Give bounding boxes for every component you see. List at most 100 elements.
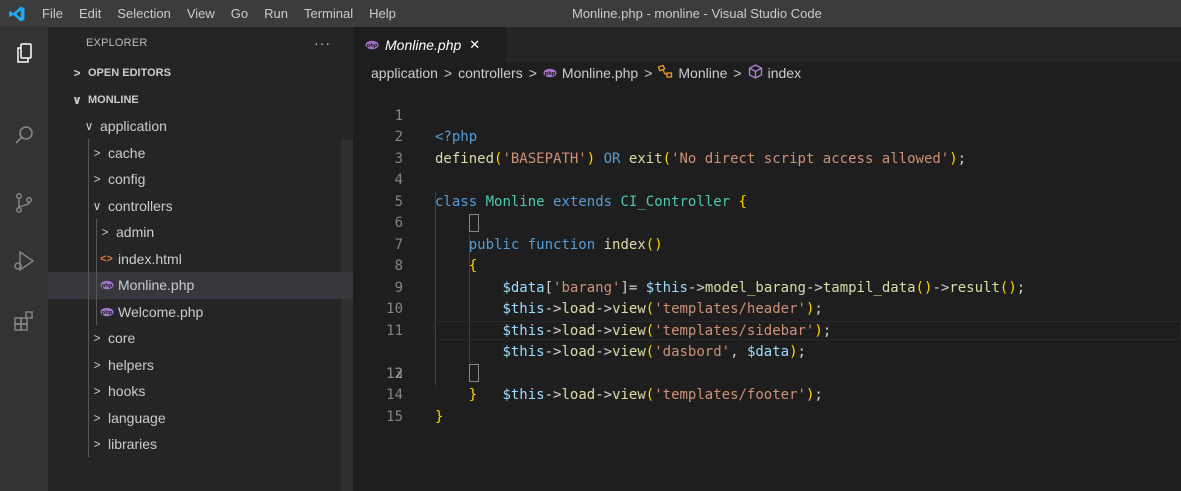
code-line-current: 12 $this->load->view('templates/footer')… — [353, 320, 1181, 403]
tree-folder-core[interactable]: > core — [48, 325, 353, 352]
close-icon[interactable]: ✕ — [469, 37, 480, 53]
search-icon[interactable] — [12, 123, 36, 147]
open-editors-label: OPEN EDITORS — [88, 66, 171, 79]
svg-text:php: php — [545, 71, 556, 77]
code-line: 7 { — [353, 213, 1181, 275]
run-debug-icon[interactable] — [12, 249, 36, 273]
chevron-down-icon: ∨ — [84, 119, 94, 134]
tree-folder-libraries[interactable]: > libraries — [48, 431, 353, 458]
sidebar-scrollbar[interactable] — [341, 140, 353, 491]
code-line: 11 $this->load->view('dasbord', $data); — [353, 299, 1181, 361]
breadcrumb-item[interactable]: controllers — [458, 65, 523, 81]
tree-label: cache — [108, 144, 146, 161]
menu-selection[interactable]: Selection — [109, 0, 178, 27]
chevron-right-icon: > — [528, 65, 537, 81]
chevron-right-icon: > — [93, 172, 101, 187]
chevron-down-icon: ∨ — [92, 198, 102, 213]
tabs-bar: php Monline.php ✕ — [353, 27, 1181, 62]
more-actions-icon[interactable]: ··· — [314, 35, 331, 51]
tree-folder-hooks[interactable]: > hooks — [48, 378, 353, 405]
chevron-right-icon: > — [101, 225, 109, 240]
editor: php Monline.php ✕ application > controll… — [353, 27, 1181, 491]
indent-guide — [88, 139, 89, 457]
tree-file-welcome-php[interactable]: php Welcome.php — [48, 299, 353, 326]
tree-label: config — [108, 171, 146, 188]
tree-label: index.html — [118, 250, 182, 267]
line-number: 15 — [386, 408, 403, 425]
indent-guide — [96, 219, 97, 325]
chevron-down-icon: ∨ — [72, 92, 82, 107]
menu-edit[interactable]: Edit — [71, 0, 109, 27]
menu-file[interactable]: File — [34, 0, 71, 27]
menu-go[interactable]: Go — [223, 0, 256, 27]
explorer-sidebar: EXPLORER ··· > OPEN EDITORS ∨ MONLINE ∨ … — [48, 27, 353, 491]
breadcrumb-item[interactable]: index — [768, 65, 801, 81]
explorer-title: EXPLORER — [86, 37, 148, 49]
open-editors-section[interactable]: > OPEN EDITORS — [48, 59, 353, 86]
menu-bar: File Edit Selection View Go Run Terminal… — [34, 0, 404, 27]
menu-view[interactable]: View — [179, 0, 223, 27]
breadcrumb-item[interactable]: Monline.php — [562, 65, 638, 81]
vscode-logo-icon[interactable] — [0, 0, 34, 27]
chevron-right-icon: > — [443, 65, 453, 81]
extensions-icon[interactable] — [12, 309, 36, 333]
code-line: 5 — [353, 170, 1181, 210]
tree-label: admin — [116, 224, 155, 241]
explorer-icon[interactable] — [12, 41, 36, 65]
menu-terminal[interactable]: Terminal — [296, 0, 361, 27]
tree-label: controllers — [108, 197, 173, 214]
code-line: 6 public function index() — [353, 192, 1181, 253]
tree-label: application — [100, 118, 167, 135]
tab-monline-php[interactable]: php Monline.php ✕ — [353, 27, 506, 62]
class-symbol-icon — [658, 63, 673, 82]
project-label: MONLINE — [88, 93, 139, 106]
svg-text:php: php — [366, 43, 378, 49]
code-line: 15 — [353, 385, 1181, 425]
tree-folder-cache[interactable]: > cache — [48, 140, 353, 167]
chevron-right-icon: > — [93, 357, 101, 372]
breadcrumb: application > controllers > php Monline.… — [353, 62, 1181, 84]
chevron-right-icon: > — [93, 331, 101, 346]
chevron-right-icon: > — [93, 145, 101, 160]
menu-help[interactable]: Help — [361, 0, 404, 27]
code-line: 3 — [353, 127, 1181, 167]
svg-text:php: php — [102, 310, 113, 316]
code-line: 13 } — [353, 342, 1181, 404]
breadcrumb-item[interactable]: Monline — [678, 65, 727, 81]
chevron-right-icon: > — [93, 384, 101, 399]
tree-folder-controllers[interactable]: ∨ controllers — [48, 193, 353, 220]
php-file-icon: php — [365, 37, 379, 53]
php-file-icon: php — [100, 277, 118, 293]
file-tree: ∨ application > cache > config ∨ control… — [48, 113, 353, 458]
tree-label: libraries — [108, 436, 158, 453]
source-control-icon[interactable] — [12, 191, 36, 215]
tree-folder-config[interactable]: > config — [48, 166, 353, 193]
code-line: 9 $this->load->view('templates/header'); — [353, 256, 1181, 318]
tree-folder-admin[interactable]: > admin — [48, 219, 353, 246]
tree-label: helpers — [108, 356, 154, 373]
tree-folder-helpers[interactable]: > helpers — [48, 352, 353, 379]
chevron-right-icon: > — [93, 410, 101, 425]
code-line: 10 $this->load->view('templates/sidebar'… — [353, 278, 1181, 339]
breadcrumb-item[interactable]: application — [371, 65, 438, 81]
tab-label: Monline.php — [385, 36, 462, 53]
chevron-right-icon: > — [73, 65, 81, 80]
window-title: Monline.php - monline - Visual Studio Co… — [572, 6, 822, 21]
code-line: 4 class Monline extends CI_Controller { — [353, 149, 1181, 210]
chevron-right-icon: > — [733, 65, 742, 81]
tree-file-monline-php[interactable]: php Monline.php — [48, 272, 353, 299]
code-area[interactable]: 1 <?php 2 defined('BASEPATH') OR exit('N… — [353, 84, 1181, 425]
html-file-icon: <> — [100, 252, 113, 265]
svg-text:php: php — [102, 283, 113, 289]
php-file-icon: php — [100, 304, 118, 320]
explorer-header: EXPLORER ··· — [48, 27, 353, 59]
tree-label: core — [108, 330, 136, 347]
project-section[interactable]: ∨ MONLINE — [48, 86, 353, 113]
tree-file-index-html[interactable]: <> index.html — [48, 246, 353, 273]
tree-folder-application[interactable]: ∨ application — [48, 113, 353, 140]
menu-run[interactable]: Run — [256, 0, 296, 27]
php-file-icon: php — [543, 65, 557, 81]
activity-bar — [0, 27, 48, 491]
method-symbol-icon — [748, 64, 763, 82]
tree-folder-language[interactable]: > language — [48, 405, 353, 432]
